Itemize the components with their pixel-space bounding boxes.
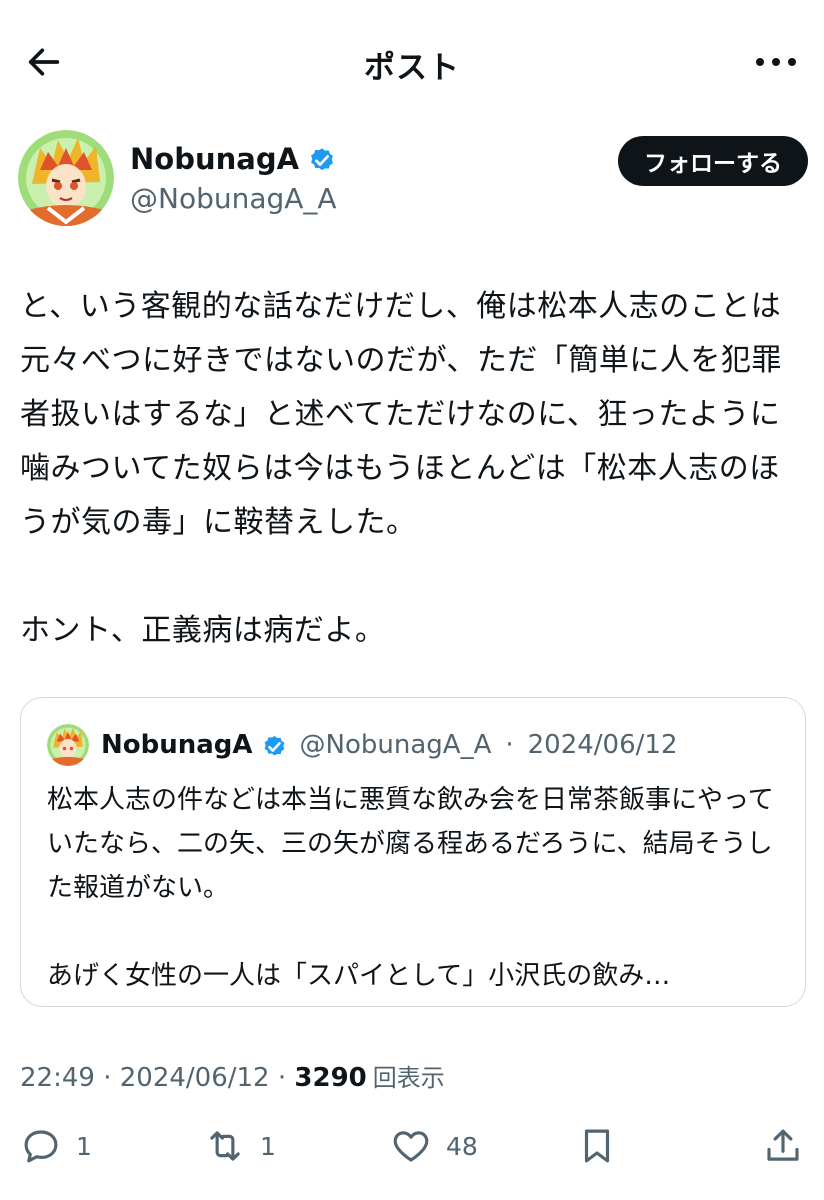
repost-button[interactable]: 1 [204, 1118, 276, 1174]
share-icon [767, 1129, 799, 1161]
reply-button[interactable]: 1 [20, 1118, 92, 1174]
heart-icon [393, 1131, 429, 1162]
avatar[interactable] [18, 130, 114, 226]
repost-count: 1 [260, 1131, 276, 1161]
quoted-separator: · [505, 730, 514, 760]
repost-icon [210, 1131, 240, 1161]
post-meta: 22:49 · 2024/06/12 · 3290 回表示 [20, 1058, 445, 1093]
view-count: 3290 [294, 1063, 367, 1093]
author-row: NobunagA @NobunagA_A フォローする [18, 130, 808, 230]
quoted-text: 松本人志の件などは本当に悪質な飲み会を日常茶飯事にやっていたなら、二の矢、三の矢… [47, 785, 774, 991]
more-horizontal-icon [756, 58, 796, 66]
post-date: 2024/06/12 [119, 1063, 270, 1093]
page-title: ポスト [364, 50, 460, 86]
meta-separator: · [94, 1063, 120, 1093]
verified-badge-icon [311, 148, 334, 171]
like-button[interactable]: 48 [390, 1118, 478, 1174]
quoted-post[interactable]: NobunagA @NobunagA_A · 2024/06/12 松本人志の件… [20, 697, 806, 1007]
share-button[interactable] [762, 1118, 804, 1174]
bookmark-icon [584, 1129, 610, 1163]
view-count-label: 回表示 [372, 1064, 445, 1092]
post-time: 22:49 [20, 1063, 95, 1093]
action-bar: 1 1 48 [0, 1118, 824, 1178]
quoted-avatar [47, 724, 89, 766]
top-bar: ポスト [0, 0, 824, 120]
follow-button[interactable]: フォローする [618, 136, 808, 186]
quoted-handle: @NobunagA_A [299, 730, 492, 760]
quoted-date: 2024/06/12 [527, 730, 678, 760]
meta-separator: · [269, 1063, 295, 1093]
more-button[interactable] [748, 40, 804, 84]
reply-icon [24, 1130, 58, 1163]
like-count: 48 [446, 1131, 478, 1161]
post-text: と、いう客観的な話なだけだし、俺は松本人志のことは元々べつに好きではないのだが、… [20, 289, 782, 648]
author-name[interactable]: NobunagA [130, 142, 299, 176]
reply-count: 1 [76, 1131, 92, 1161]
author-handle[interactable]: @NobunagA_A [130, 182, 337, 215]
quoted-author-name: NobunagA [101, 730, 253, 760]
bookmark-button[interactable] [576, 1118, 618, 1174]
verified-badge-icon [264, 735, 284, 756]
